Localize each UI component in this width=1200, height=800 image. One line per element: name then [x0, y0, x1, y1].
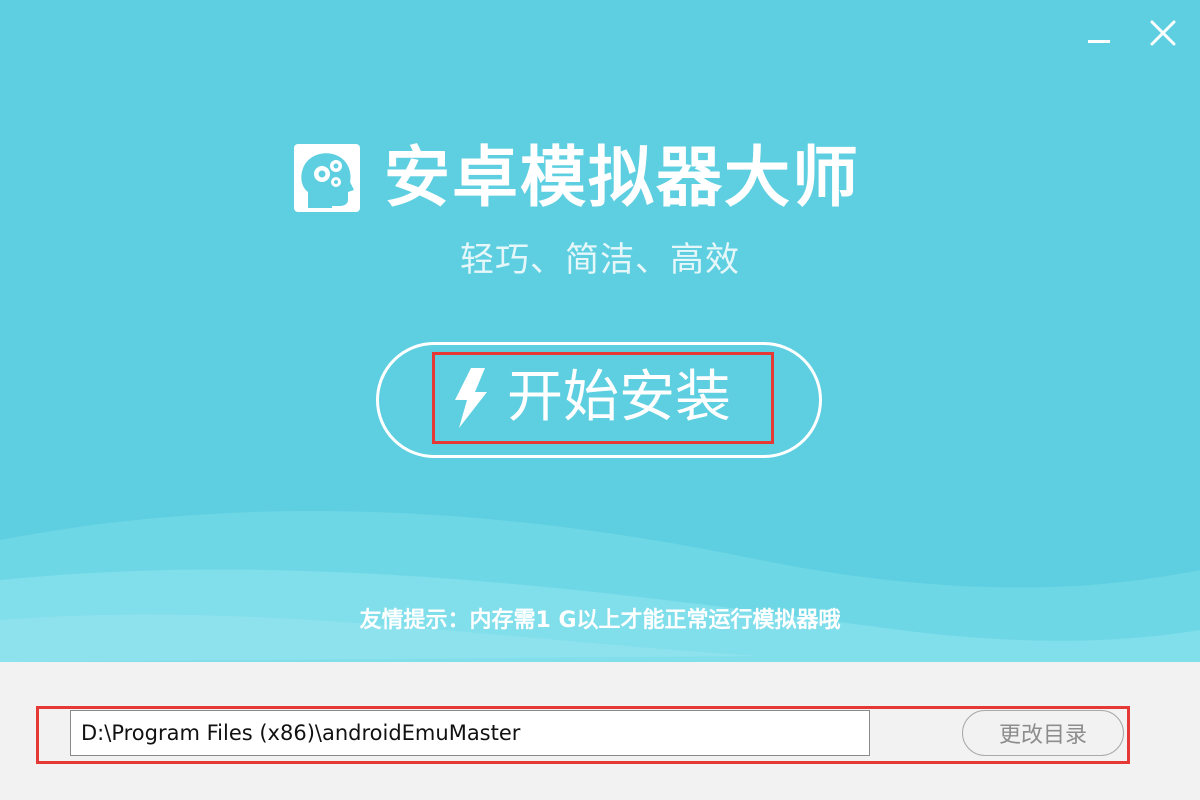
- install-path-input[interactable]: [70, 710, 870, 756]
- close-button[interactable]: [1144, 14, 1184, 54]
- app-logo: 安卓模拟器大师: [292, 140, 860, 216]
- app-tagline: 轻巧、简洁、高效: [460, 240, 740, 280]
- installer-hero: 安卓模拟器大师 轻巧、简洁、高效 开始安装 友情提示：内存需1 G以上才能正常运…: [0, 0, 1200, 662]
- start-install-label: 开始安装: [507, 365, 731, 430]
- head-gears-icon: [294, 144, 360, 212]
- minimize-icon: [1088, 40, 1110, 43]
- wave-decoration: [0, 511, 1200, 662]
- minimize-button[interactable]: [1080, 14, 1120, 54]
- memory-tip: 友情提示：内存需1 G以上才能正常运行模拟器哦: [359, 608, 841, 633]
- start-install-highlight[interactable]: 开始安装: [432, 352, 774, 444]
- app-title: 安卓模拟器大师: [384, 139, 860, 216]
- close-icon: [1150, 20, 1176, 46]
- lightning-bolt-icon: [455, 368, 487, 428]
- change-directory-button[interactable]: 更改目录: [962, 710, 1124, 756]
